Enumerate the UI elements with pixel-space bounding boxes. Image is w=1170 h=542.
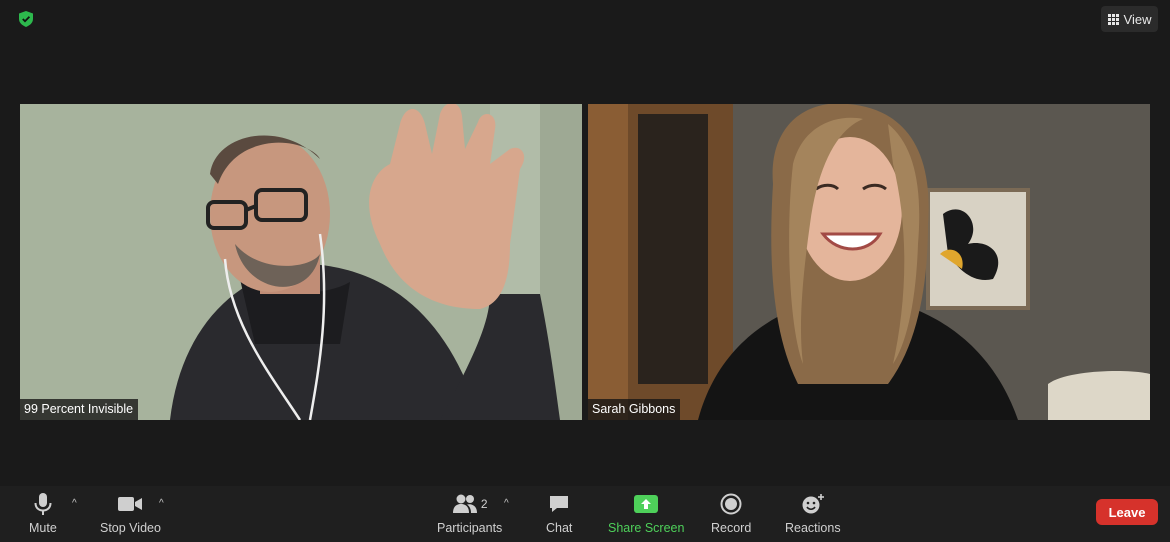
participant-video-feed <box>20 104 582 420</box>
leave-button[interactable]: Leave <box>1096 499 1158 525</box>
shield-check-icon[interactable] <box>14 9 38 29</box>
mute-label: Mute <box>29 521 57 535</box>
share-screen-icon <box>633 492 659 516</box>
chat-button[interactable]: Chat <box>546 492 572 535</box>
participants-label: Participants <box>437 521 503 535</box>
chat-label: Chat <box>546 521 573 535</box>
reactions-label: Reactions <box>785 521 841 535</box>
video-camera-icon <box>117 492 143 516</box>
microphone-icon <box>32 492 54 516</box>
participants-icon-group: 2 <box>452 492 488 516</box>
audio-options-chevron-up-icon[interactable]: ^ <box>72 498 77 509</box>
participants-options-chevron-up-icon[interactable]: ^ <box>504 498 509 509</box>
record-button[interactable]: Record <box>711 492 751 535</box>
smiley-plus-icon <box>801 492 825 516</box>
share-screen-label: Share Screen <box>608 521 685 535</box>
record-label: Record <box>711 521 752 535</box>
participants-icon <box>452 494 477 513</box>
participant-name-label: 99 Percent Invisible <box>20 399 139 420</box>
grid-icon <box>1107 13 1119 25</box>
stop-video-button[interactable]: Stop Video <box>100 492 161 535</box>
view-button[interactable]: View <box>1101 6 1158 32</box>
participants-button[interactable]: 2 Participants <box>437 492 502 535</box>
video-tile-sarah-gibbons[interactable]: Sarah Gibbons <box>588 104 1150 420</box>
video-options-chevron-up-icon[interactable]: ^ <box>159 498 164 509</box>
participant-video-feed <box>588 104 1150 420</box>
record-icon <box>720 492 742 516</box>
meeting-toolbar: Mute ^ Stop Video ^ 2 Participants ^ Cha… <box>0 486 1170 542</box>
participant-name-label: Sarah Gibbons <box>588 399 681 420</box>
mute-button[interactable]: Mute <box>29 492 57 535</box>
video-tile-99pi[interactable]: 99 Percent Invisible <box>20 104 582 420</box>
share-screen-button[interactable]: Share Screen <box>608 492 684 535</box>
participants-count: 2 <box>480 497 488 511</box>
stop-video-label: Stop Video <box>100 521 161 535</box>
top-bar: View <box>0 0 1170 40</box>
reactions-button[interactable]: Reactions <box>785 492 841 535</box>
view-label: View <box>1123 11 1152 27</box>
chat-bubble-icon <box>548 492 570 516</box>
